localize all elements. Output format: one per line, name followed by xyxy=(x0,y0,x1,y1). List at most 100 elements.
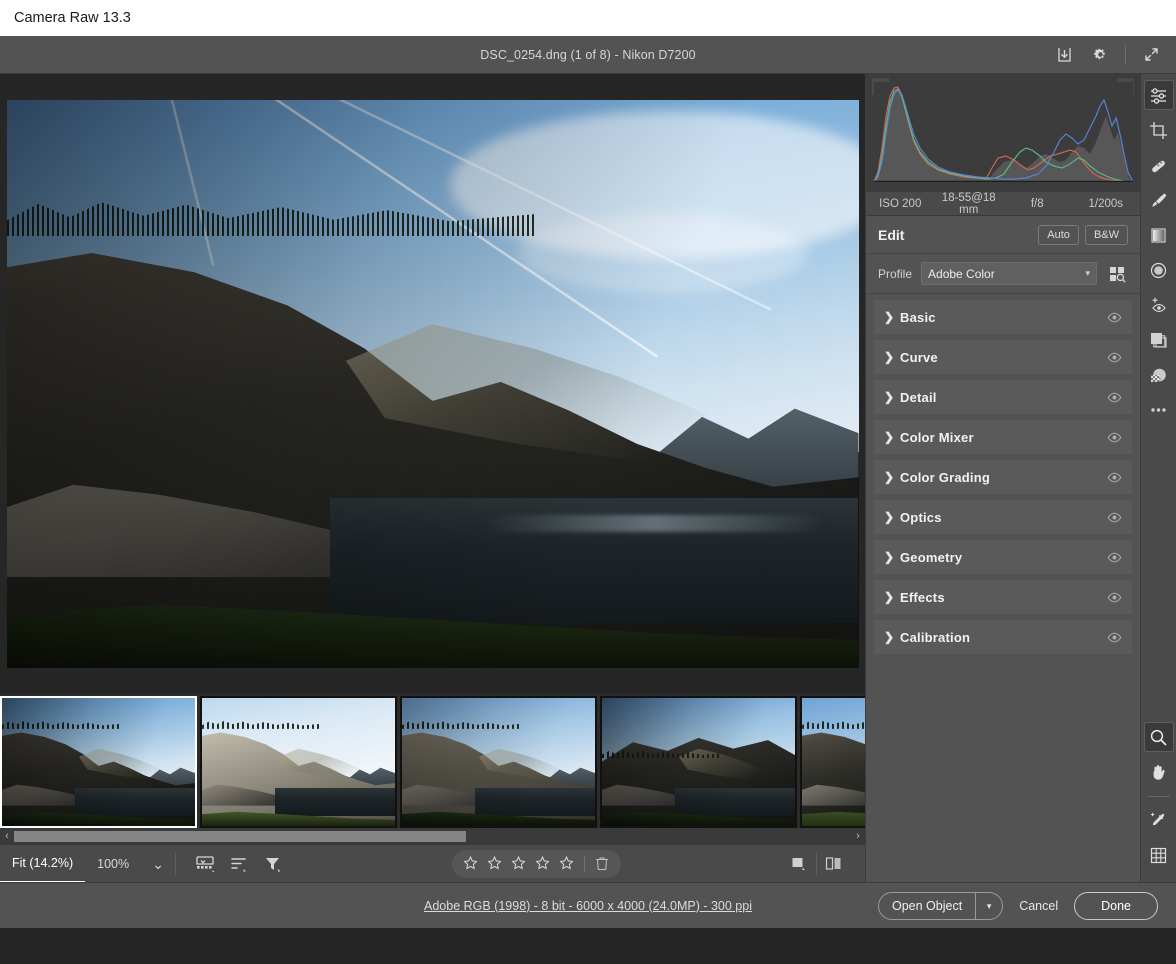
red-eye-icon[interactable] xyxy=(1144,290,1174,320)
app-header: DSC_0254.dng (1 of 8) - Nikon D7200 xyxy=(0,36,1176,74)
panel-row-basic[interactable]: ❯ Basic xyxy=(874,300,1132,334)
filter-icon[interactable] xyxy=(256,845,290,883)
star-rating-3[interactable] xyxy=(508,853,530,875)
zoom-100-button[interactable]: 100% xyxy=(85,845,141,883)
toolbar-divider xyxy=(175,853,176,875)
edit-panel-title: Edit xyxy=(878,227,904,243)
open-object-label[interactable]: Open Object xyxy=(879,893,975,919)
chevron-right-icon: ❯ xyxy=(884,510,900,524)
crop-icon[interactable] xyxy=(1144,115,1174,145)
visibility-eye-icon[interactable] xyxy=(1107,312,1122,323)
panel-label: Basic xyxy=(900,310,936,325)
scrollbar-thumb[interactable] xyxy=(14,831,466,842)
panel-row-color-grading[interactable]: ❯ Color Grading xyxy=(874,460,1132,494)
footer-bar: Adobe RGB (1998) - 8 bit - 6000 x 4000 (… xyxy=(0,882,1176,928)
cancel-button[interactable]: Cancel xyxy=(1019,899,1058,913)
star-rating-5[interactable] xyxy=(556,853,578,875)
panel-label: Geometry xyxy=(900,550,962,565)
profile-selected-value: Adobe Color xyxy=(928,267,995,281)
star-rating-4[interactable] xyxy=(532,853,554,875)
single-view-icon[interactable] xyxy=(782,845,816,883)
panel-row-color-mixer[interactable]: ❯ Color Mixer xyxy=(874,420,1132,454)
preferences-gear-icon[interactable] xyxy=(1083,40,1117,70)
rating-control[interactable] xyxy=(452,850,621,878)
panel-row-calibration[interactable]: ❯ Calibration xyxy=(874,620,1132,654)
visibility-eye-icon[interactable] xyxy=(1107,512,1122,523)
scrollbar-track[interactable] xyxy=(14,830,851,842)
hand-tool-icon[interactable] xyxy=(1144,757,1174,787)
profile-row: Profile Adobe Color ▾ xyxy=(866,254,1140,294)
bottom-toolbar: Fit (14.2%) 100% ⌄ xyxy=(0,844,865,882)
fullscreen-icon[interactable] xyxy=(1134,40,1168,70)
grid-overlay-icon[interactable] xyxy=(1144,840,1174,870)
snapshots-icon[interactable] xyxy=(1144,360,1174,390)
exif-lens: 18-55@18 mm xyxy=(935,192,1004,216)
exif-aperture: f/8 xyxy=(1003,198,1072,210)
filmstrip[interactable] xyxy=(0,694,865,828)
presets-icon[interactable] xyxy=(1144,325,1174,355)
visibility-eye-icon[interactable] xyxy=(1107,432,1122,443)
radial-filter-icon[interactable] xyxy=(1144,255,1174,285)
bw-button[interactable]: B&W xyxy=(1085,225,1128,245)
scroll-left-arrow[interactable]: ‹ xyxy=(0,828,14,844)
main-body: ‹ › Fit (14.2%) 100% ⌄ xyxy=(0,74,1176,882)
zoom-dropdown-caret-icon[interactable]: ⌄ xyxy=(141,845,175,883)
panel-label: Detail xyxy=(900,390,937,405)
thumbnail-1[interactable] xyxy=(0,696,197,828)
visibility-eye-icon[interactable] xyxy=(1107,552,1122,563)
panel-row-detail[interactable]: ❯ Detail xyxy=(874,380,1132,414)
visibility-eye-icon[interactable] xyxy=(1107,592,1122,603)
scroll-right-arrow[interactable]: › xyxy=(851,828,865,844)
thumbnail-3[interactable] xyxy=(400,696,597,828)
visibility-eye-icon[interactable] xyxy=(1107,352,1122,363)
save-image-icon[interactable] xyxy=(1047,40,1081,70)
done-button[interactable]: Done xyxy=(1074,892,1158,920)
thumbnail-4[interactable] xyxy=(600,696,797,828)
chevron-right-icon: ❯ xyxy=(884,630,900,644)
star-rating-2[interactable] xyxy=(484,853,506,875)
exif-iso: ISO 200 xyxy=(866,198,935,210)
panel-label: Color Mixer xyxy=(900,430,974,445)
open-object-button[interactable]: Open Object ▾ xyxy=(878,892,1003,920)
edit-sliders-icon[interactable] xyxy=(1144,80,1174,110)
zoom-fit-button[interactable]: Fit (14.2%) xyxy=(0,845,85,883)
sort-icon[interactable] xyxy=(222,845,256,883)
delete-icon[interactable] xyxy=(591,853,613,875)
profile-select[interactable]: Adobe Color ▾ xyxy=(921,262,1097,285)
photo-scene xyxy=(802,698,865,826)
chevron-down-icon[interactable]: ▾ xyxy=(976,893,1002,919)
zoom-tool-icon[interactable] xyxy=(1144,722,1174,752)
chevron-down-icon: ▾ xyxy=(1085,268,1090,279)
visibility-eye-icon[interactable] xyxy=(1107,392,1122,403)
exif-info-row: ISO 200 18-55@18 mm f/8 1/200s xyxy=(866,192,1140,216)
main-photo-preview[interactable] xyxy=(7,100,859,668)
visibility-eye-icon[interactable] xyxy=(1107,472,1122,483)
thumbnail-5[interactable] xyxy=(800,696,865,828)
filmstrip-view-icon[interactable] xyxy=(188,845,222,883)
more-options-icon[interactable] xyxy=(1144,395,1174,425)
chevron-right-icon: ❯ xyxy=(884,350,900,364)
thumbnail-2[interactable] xyxy=(200,696,397,828)
graduated-filter-icon[interactable] xyxy=(1144,220,1174,250)
compare-before-after-icon[interactable] xyxy=(817,845,851,883)
image-canvas[interactable] xyxy=(0,74,865,694)
shadow-overlay xyxy=(7,100,859,668)
edit-panel-header: Edit Auto B&W xyxy=(866,216,1140,254)
white-balance-eyedropper-icon[interactable] xyxy=(1144,805,1174,835)
histogram[interactable] xyxy=(866,74,1140,192)
filmstrip-scrollbar[interactable]: ‹ › xyxy=(0,828,865,844)
photo-scene xyxy=(2,698,195,826)
masking-brush-icon[interactable] xyxy=(1144,185,1174,215)
spot-removal-icon[interactable] xyxy=(1144,150,1174,180)
left-column: ‹ › Fit (14.2%) 100% ⌄ xyxy=(0,74,865,882)
chevron-right-icon: ❯ xyxy=(884,470,900,484)
panel-row-effects[interactable]: ❯ Effects xyxy=(874,580,1132,614)
star-rating-1[interactable] xyxy=(460,853,482,875)
panel-row-curve[interactable]: ❯ Curve xyxy=(874,340,1132,374)
panel-label: Effects xyxy=(900,590,945,605)
panel-row-optics[interactable]: ❯ Optics xyxy=(874,500,1132,534)
auto-button[interactable]: Auto xyxy=(1038,225,1079,245)
browse-profiles-icon[interactable] xyxy=(1106,263,1128,285)
panel-row-geometry[interactable]: ❯ Geometry xyxy=(874,540,1132,574)
visibility-eye-icon[interactable] xyxy=(1107,632,1122,643)
